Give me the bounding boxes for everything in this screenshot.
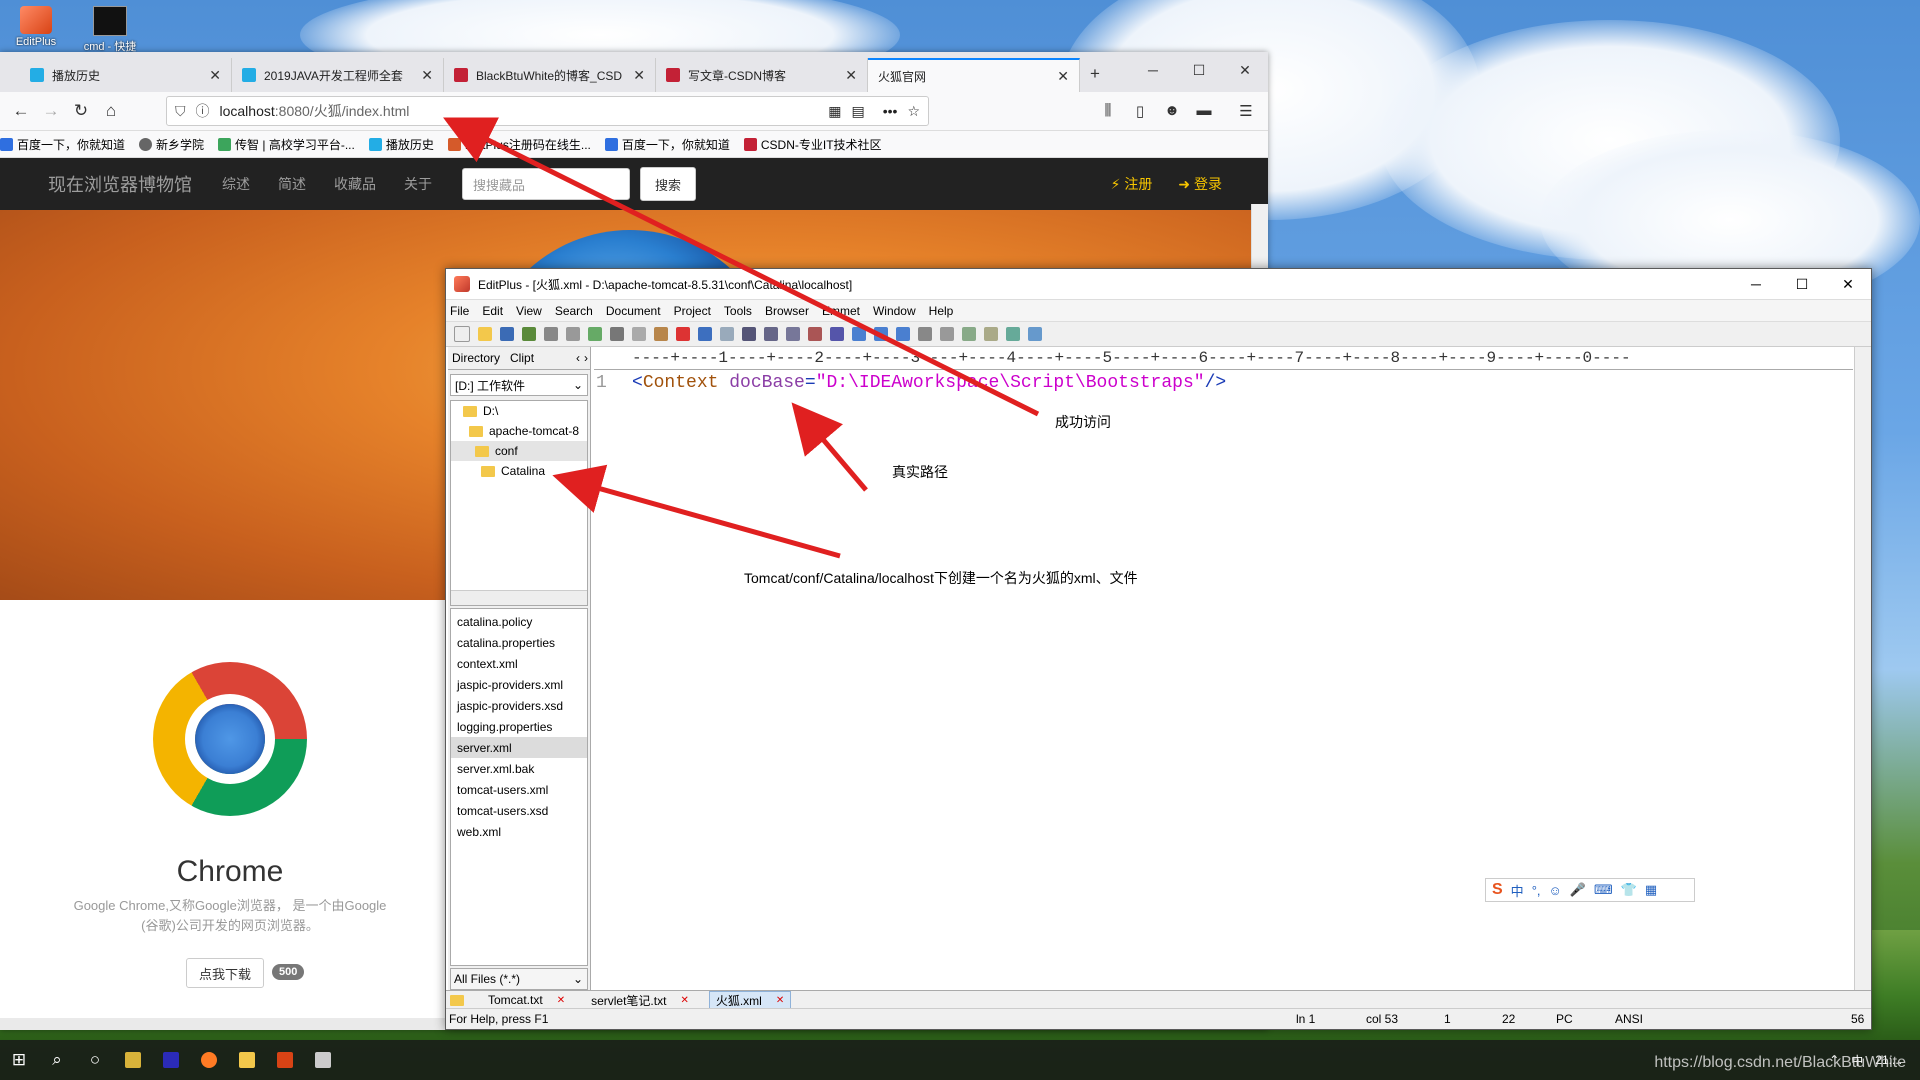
ime-item[interactable]: 🎤 xyxy=(1570,882,1586,898)
arrow-to-code xyxy=(791,402,868,492)
app-icon xyxy=(315,1052,331,1068)
ime-item[interactable]: 中 xyxy=(1511,881,1524,900)
firefox-icon xyxy=(201,1052,217,1068)
intellij-icon xyxy=(163,1052,179,1068)
ime-item[interactable]: ☺ xyxy=(1549,883,1562,898)
taskbar-app[interactable] xyxy=(228,1040,266,1080)
taskbar-app[interactable] xyxy=(152,1040,190,1080)
annotation-arrows xyxy=(443,117,1040,559)
task-view-icon[interactable]: ○ xyxy=(76,1040,114,1080)
taskbar-app[interactable] xyxy=(114,1040,152,1080)
ime-item[interactable]: ⌨ xyxy=(1594,882,1613,898)
app-icon xyxy=(125,1052,141,1068)
ime-item[interactable]: ▦ xyxy=(1645,882,1657,898)
taskbar-app[interactable] xyxy=(304,1040,342,1080)
taskbar-app[interactable] xyxy=(190,1040,228,1080)
arrow-to-catalina xyxy=(552,464,841,559)
ime-toolbar[interactable]: S 中 °, ☺ 🎤 ⌨ 👕 ▦ xyxy=(1485,878,1695,902)
editplus-icon xyxy=(277,1052,293,1068)
arrow-to-url xyxy=(443,117,1040,417)
watermark: https://blog.csdn.net/BlackBtuWhite xyxy=(1654,1054,1906,1071)
search-icon[interactable]: ⌕ xyxy=(38,1040,76,1080)
ime-item[interactable]: °, xyxy=(1532,883,1541,898)
explorer-icon xyxy=(239,1052,255,1068)
windows-start-icon[interactable]: ⊞ xyxy=(0,1040,38,1080)
taskbar: ⊞ ⌕ ○ ⌃ 中 21:... xyxy=(0,1040,1920,1080)
ime-item[interactable]: 👕 xyxy=(1621,882,1637,898)
sogou-icon: S xyxy=(1492,881,1503,898)
taskbar-app[interactable] xyxy=(266,1040,304,1080)
